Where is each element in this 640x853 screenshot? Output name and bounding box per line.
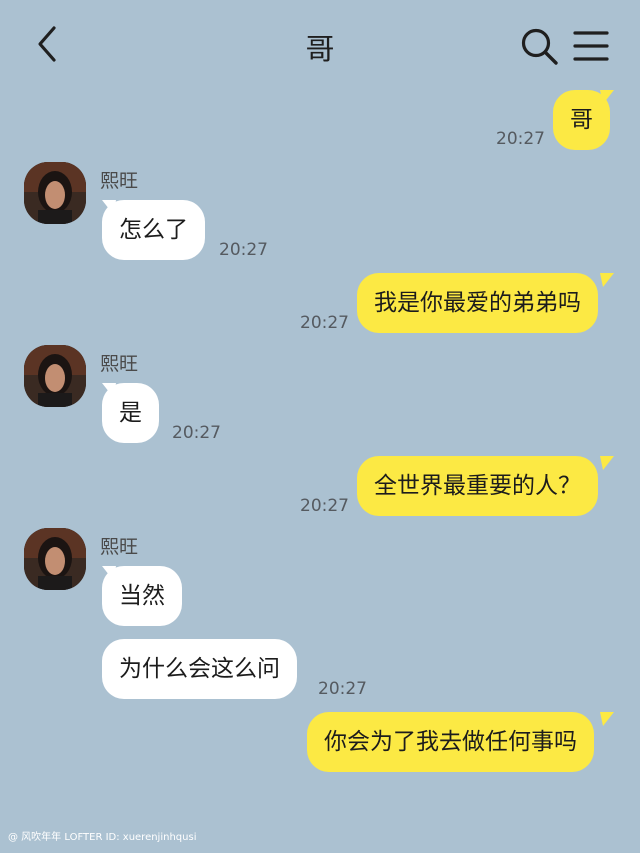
- sender-name: 熙旺: [100, 170, 139, 192]
- watermark: @ 风吹年年 LOFTER ID: xuerenjinhqusi: [8, 832, 197, 843]
- incoming-message-bubble[interactable]: 为什么会这么问: [102, 639, 297, 699]
- sender-name: 熙旺: [100, 353, 139, 375]
- message-timestamp: 20:27: [300, 313, 349, 333]
- bubble-tail-icon: [600, 273, 614, 287]
- outgoing-message-bubble[interactable]: 全世界最重要的人？: [357, 456, 598, 516]
- back-icon[interactable]: [30, 24, 64, 64]
- message-timestamp: 20:27: [172, 423, 221, 443]
- menu-icon[interactable]: [572, 28, 610, 64]
- contact-avatar[interactable]: [24, 528, 86, 590]
- outgoing-message-bubble[interactable]: 你会为了我去做任何事吗: [307, 712, 594, 772]
- sender-name: 熙旺: [100, 536, 139, 558]
- search-icon[interactable]: [518, 25, 560, 67]
- outgoing-message-bubble[interactable]: 我是你最爱的弟弟吗: [357, 273, 598, 333]
- message-timestamp: 20:27: [496, 129, 545, 149]
- bubble-tail-icon: [600, 712, 614, 726]
- message-timestamp: 20:27: [318, 679, 367, 699]
- bubble-tail-icon: [600, 456, 614, 470]
- bubble-tail-icon: [102, 383, 116, 397]
- chat-header: 哥: [0, 0, 640, 90]
- bubble-tail-icon: [102, 566, 116, 580]
- bubble-tail-icon: [600, 90, 614, 104]
- incoming-message-bubble[interactable]: 怎么了: [102, 200, 205, 260]
- contact-avatar[interactable]: [24, 162, 86, 224]
- message-timestamp: 20:27: [300, 496, 349, 516]
- message-timestamp: 20:27: [219, 240, 268, 260]
- contact-avatar[interactable]: [24, 345, 86, 407]
- bubble-tail-icon: [102, 200, 116, 214]
